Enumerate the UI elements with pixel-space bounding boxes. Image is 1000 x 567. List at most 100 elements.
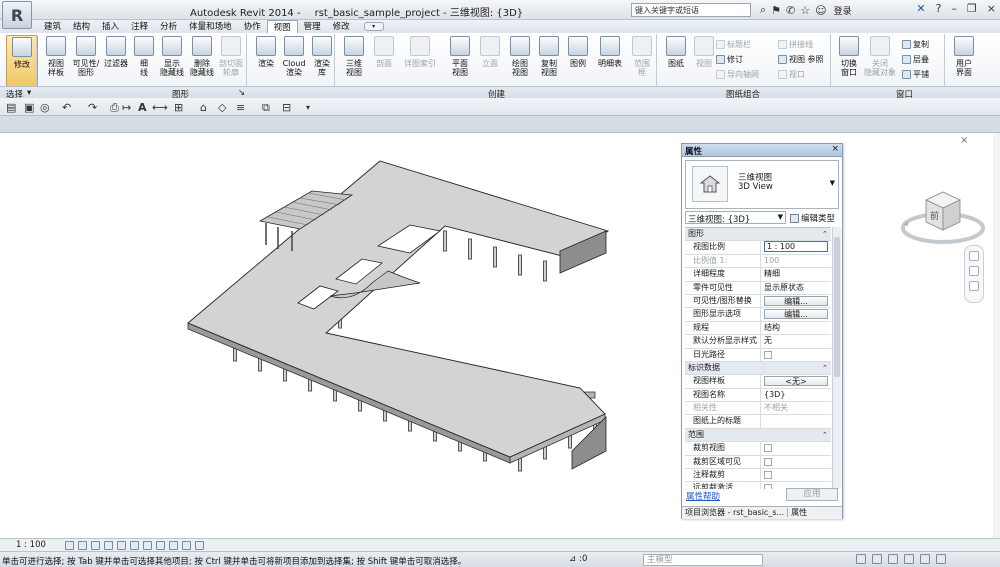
dimension-icon[interactable]: ⟷ [152, 101, 168, 114]
structural-column[interactable] [543, 260, 547, 282]
scroll-thumb[interactable] [834, 237, 840, 377]
property-checkbox[interactable] [764, 471, 772, 480]
dialog-launcher-icon[interactable]: ↘ [238, 88, 245, 98]
property-checkbox[interactable] [764, 350, 772, 359]
callout-button[interactable]: 详图索引 [404, 35, 436, 87]
switch-windows-button[interactable]: 切换 窗口 [833, 35, 865, 87]
close-windows-icon[interactable]: ⧉ [262, 101, 270, 115]
cut-profile-button[interactable]: 剖切面 轮廓 [215, 35, 247, 87]
instance-filter-dropdown[interactable]: 三维视图: {3D} ▼ [685, 211, 786, 225]
temporary-hide-icon[interactable] [169, 541, 178, 550]
tab-0[interactable]: 建筑 [38, 20, 67, 33]
view-template-button[interactable]: 视图 样板 [40, 35, 72, 87]
tab-6[interactable]: 协作 [238, 20, 267, 33]
binoculars-icon[interactable]: ⌕ [760, 3, 766, 17]
title-block-button[interactable]: 标题栏 [716, 38, 751, 50]
login-button[interactable]: 登录 [834, 4, 852, 17]
property-section[interactable]: 范围 ⌃ [685, 428, 831, 443]
chevron-down-icon[interactable]: ▼ [830, 179, 835, 187]
visibility-graphics-button[interactable]: 可见性/图形 [70, 35, 102, 87]
select-links-icon[interactable] [856, 554, 866, 564]
properties-title-bar[interactable]: 属性 × [682, 144, 842, 157]
help-icon[interactable]: ? [936, 2, 942, 15]
design-option-field[interactable]: 主模型 [643, 554, 763, 566]
thin-lines-icon[interactable]: ≡ [236, 101, 245, 114]
3d-view-icon[interactable]: ⌂ [200, 101, 207, 114]
close-icon[interactable]: × [831, 144, 839, 154]
worksets-indicator[interactable]: ⊿:0 [569, 554, 587, 564]
remove-hidden-lines-button[interactable]: 删除 隐藏线 [186, 35, 218, 87]
select-pinned-icon[interactable] [888, 554, 898, 564]
detail-level-icon[interactable] [65, 541, 74, 550]
type-selector[interactable]: 三维视图 3D View ▼ [685, 160, 839, 209]
select-underlay-icon[interactable] [872, 554, 882, 564]
properties-help-link[interactable]: 属性帮助 [686, 490, 720, 502]
view-reference-button[interactable]: 视图 参照 [778, 53, 824, 65]
3d-model-view[interactable] [0, 133, 680, 538]
open-icon[interactable]: ▤ [6, 101, 16, 114]
view-scale[interactable]: 1 : 100 [16, 540, 46, 550]
restore-icon[interactable]: ❐ [967, 2, 977, 15]
property-section[interactable]: 标识数据 ⌃ [685, 361, 831, 376]
tab-8[interactable]: 管理 [298, 20, 327, 33]
viewcube[interactable]: 前 [898, 178, 988, 248]
replicate-button[interactable]: 复制 [902, 38, 929, 50]
elevation-button[interactable]: 立面 [474, 35, 506, 87]
vertical-scrollbar[interactable] [993, 133, 1000, 538]
exchange-icon[interactable]: ✕ [916, 2, 925, 15]
cascade-button[interactable]: 层叠 [902, 53, 929, 65]
subscription-icon[interactable]: ⚑ [771, 4, 781, 17]
apply-button[interactable]: 应用 [786, 488, 838, 501]
measure-icon[interactable]: ↦ [122, 101, 131, 114]
property-checkbox[interactable] [764, 444, 772, 453]
tab-3[interactable]: 注释 [125, 20, 154, 33]
drafting-view-button[interactable]: 绘图 视图 [504, 35, 536, 87]
lock-3d-icon[interactable] [156, 541, 165, 550]
drawing-area[interactable]: × 前 [0, 133, 1000, 538]
matchline-button[interactable]: 拼接线 [778, 38, 813, 50]
property-edit-button[interactable]: 编辑... [764, 295, 828, 306]
close-hidden-button[interactable]: 关闭 隐藏对象 [864, 35, 896, 87]
tab-5[interactable]: 体量和场地 [183, 20, 238, 33]
structural-column[interactable] [468, 238, 472, 260]
steering-wheel-icon[interactable] [969, 251, 979, 261]
guide-grid-button[interactable]: 导向轴网 [716, 68, 759, 80]
visual-style-icon[interactable] [78, 541, 87, 550]
crop-view-icon[interactable] [130, 541, 139, 550]
pan-icon[interactable] [969, 281, 979, 291]
save-icon[interactable]: ▣ [24, 101, 34, 114]
drag-elements-icon[interactable] [920, 554, 930, 564]
properties-scrollbar[interactable] [832, 227, 841, 489]
print-icon[interactable]: ⎙ [110, 101, 119, 115]
analytical-model-icon[interactable] [195, 541, 204, 550]
communication-icon[interactable]: ✆ [786, 4, 795, 17]
close-view-icon[interactable]: × [960, 135, 968, 146]
duplicate-view-button[interactable]: 复制 视图 [533, 35, 565, 87]
edit-type-button[interactable]: 编辑类型 [790, 212, 835, 224]
tag-icon[interactable]: ⊞ [174, 101, 183, 114]
favorites-icon[interactable]: ☆ [800, 4, 810, 17]
reveal-hidden-icon[interactable] [182, 541, 191, 550]
properties-tab[interactable]: 属性 [787, 508, 811, 517]
3d-view-button[interactable]: 三维 视图 [338, 35, 370, 87]
minimize-icon[interactable]: – [951, 2, 957, 15]
shadows-icon[interactable] [104, 541, 113, 550]
user-icon[interactable]: ☺ [815, 4, 826, 17]
section-icon[interactable]: ◇ [218, 101, 226, 114]
undo-icon[interactable]: ↶ [62, 101, 71, 114]
modify-button[interactable]: 修改 [6, 35, 38, 87]
chevron-down-icon[interactable]: ▾ [27, 88, 31, 98]
switch-windows-icon[interactable]: ⊟ [282, 101, 291, 114]
redo-icon[interactable]: ↷ [88, 101, 97, 114]
plan-views-button[interactable]: 平面 视图 [444, 35, 476, 87]
viewcube-face-label[interactable]: 前 [930, 210, 939, 222]
property-edit-button[interactable]: <无> [764, 376, 828, 387]
structural-column[interactable] [518, 254, 522, 276]
revisions-button[interactable]: 修订 [716, 53, 743, 65]
tab-4[interactable]: 分析 [154, 20, 183, 33]
legends-button[interactable]: 图例 [562, 35, 594, 87]
application-menu-button[interactable]: R [2, 1, 32, 29]
tile-button[interactable]: 平铺 [902, 68, 929, 80]
view-scale-input[interactable]: 1 : 100 [764, 241, 828, 253]
sun-path-icon[interactable] [91, 541, 100, 550]
